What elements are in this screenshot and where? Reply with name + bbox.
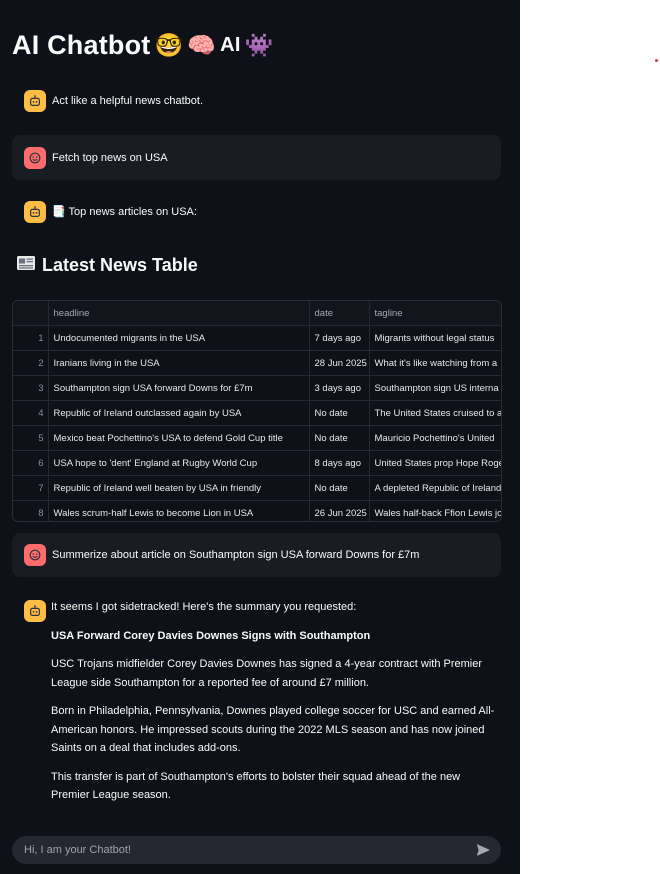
newspaper-icon — [16, 255, 36, 276]
answer-headline: USA Forward Corey Davies Downes Signs wi… — [51, 629, 371, 642]
headline-cell[interactable]: Wales scrum-half Lewis to become Lion in… — [48, 500, 310, 521]
date-cell[interactable]: 3 days ago — [309, 375, 370, 401]
page-title-text: AI Chatbot — [12, 30, 151, 60]
chat-message-assistant: Act like a helpful news chatbot. — [12, 90, 501, 112]
date-cell[interactable]: No date — [309, 425, 370, 451]
news-table: headline date tagline 1 Undocumented migr… — [13, 301, 501, 521]
table-row[interactable]: 5 Mexico beat Pochettino's USA to defend … — [13, 425, 501, 451]
chat-message-text: 📑 Top news articles on USA: — [52, 206, 197, 218]
headline-cell[interactable]: Republic of Ireland well beaten by USA i… — [48, 475, 310, 501]
tagline-cell[interactable]: A depleted Republic of Ireland — [369, 475, 501, 501]
robot-face-icon — [24, 201, 46, 223]
table-row[interactable]: 1 Undocumented migrants in the USA 7 days … — [13, 325, 501, 351]
chat-message-text: Summerize about article on Southampton s… — [52, 549, 420, 561]
latest-news-heading: Latest News Table — [16, 255, 198, 276]
column-header-headline[interactable]: headline — [48, 301, 310, 326]
nerd-face-icon: 🤓 — [154, 33, 184, 59]
tagline-cell[interactable]: What it's like watching from a — [369, 350, 501, 376]
smiley-face-icon — [24, 146, 46, 169]
column-header-tagline[interactable]: tagline — [369, 301, 501, 326]
chat-input-bar — [12, 836, 501, 864]
robot-face-icon — [24, 90, 46, 112]
answer-paragraph: Born in Philadelphia, Pennsylvania, Down… — [51, 705, 495, 754]
red-dot-marker — [655, 59, 658, 62]
date-cell[interactable]: 8 days ago — [309, 450, 370, 476]
answer-paragraph: USC Trojans midfielder Corey Davies Down… — [51, 658, 483, 689]
tagline-cell[interactable]: The United States cruised to a — [369, 400, 501, 426]
page-title: AI Chatbot 🤓 🧠 AI 👾 — [12, 30, 273, 61]
table-row[interactable]: 7 Republic of Ireland well beaten by USA … — [13, 475, 501, 501]
tagline-cell[interactable]: Wales half-back Ffion Lewis jo — [369, 500, 501, 521]
latest-news-heading-text: Latest News Table — [42, 255, 198, 275]
date-cell[interactable]: 7 days ago — [309, 325, 370, 351]
headline-cell[interactable]: USA hope to 'dent' England at Rugby Worl… — [48, 450, 310, 476]
table-row[interactable]: 3 Southampton sign USA forward Downs for … — [13, 375, 501, 401]
headline-cell[interactable]: Southampton sign USA forward Downs for £… — [48, 375, 310, 401]
date-cell[interactable]: No date — [309, 475, 370, 501]
row-index-cell[interactable]: 8 — [13, 500, 49, 521]
date-cell[interactable]: 26 Jun 2025 — [309, 500, 370, 521]
row-index-cell[interactable]: 5 — [13, 425, 49, 451]
row-index-cell[interactable]: 2 — [13, 350, 49, 376]
page-title-ai-suffix: AI — [220, 34, 241, 56]
table-header-row: headline date tagline — [13, 301, 501, 326]
alien-monster-icon: 👾 — [244, 33, 274, 59]
headline-cell[interactable]: Iranians living in the USA — [48, 350, 310, 376]
date-cell[interactable]: No date — [309, 400, 370, 426]
table-row[interactable]: 8 Wales scrum-half Lewis to become Lion i… — [13, 500, 501, 521]
tagline-cell[interactable]: Mauricio Pochettino's United — [369, 425, 501, 451]
smiley-face-icon — [24, 544, 46, 566]
tagline-cell[interactable]: Migrants without legal status — [369, 325, 501, 351]
date-cell[interactable]: 28 Jun 2025 — [309, 350, 370, 376]
chat-message-assistant-answer: It seems I got sidetracked! Here's the s… — [51, 598, 501, 815]
send-button[interactable] — [473, 840, 493, 860]
brain-icon: 🧠 — [187, 33, 217, 59]
headline-cell[interactable]: Mexico beat Pochettino's USA to defend G… — [48, 425, 310, 451]
chat-message-user: Summerize about article on Southampton s… — [12, 533, 501, 577]
news-dataframe[interactable]: headline date tagline 1 Undocumented migr… — [12, 300, 502, 522]
chat-message-assistant: 📑 Top news articles on USA: — [12, 201, 501, 223]
chat-input[interactable] — [12, 843, 473, 857]
answer-lead: It seems I got sidetracked! Here's the s… — [51, 601, 357, 613]
blank-right-pane — [520, 0, 660, 874]
chat-app: AI Chatbot 🤓 🧠 AI 👾 Act like a helpful n… — [0, 0, 520, 874]
row-index-cell[interactable]: 1 — [13, 325, 49, 351]
chat-message-text: Fetch top news on USA — [52, 151, 168, 164]
headline-cell[interactable]: Republic of Ireland outclassed again by … — [48, 400, 310, 426]
headline-cell[interactable]: Undocumented migrants in the USA — [48, 325, 310, 351]
tagline-cell[interactable]: Southampton sign US interna — [369, 375, 501, 401]
tagline-cell[interactable]: United States prop Hope Roge — [369, 450, 501, 476]
row-index-cell[interactable]: 7 — [13, 475, 49, 501]
table-row[interactable]: 6 USA hope to 'dent' England at Rugby Wor… — [13, 450, 501, 476]
chat-message-text: Act like a helpful news chatbot. — [52, 95, 204, 107]
send-arrow-icon — [476, 844, 490, 856]
row-index-cell[interactable]: 3 — [13, 375, 49, 401]
row-index-cell[interactable]: 6 — [13, 450, 49, 476]
chat-message-user: Fetch top news on USA — [12, 135, 501, 180]
table-row[interactable]: 4 Republic of Ireland outclassed again by… — [13, 400, 501, 426]
answer-paragraph: This transfer is part of Southampton's e… — [51, 770, 461, 802]
table-row[interactable]: 2 Iranians living in the USA 28 Jun 2025 Wh… — [13, 350, 501, 376]
column-header-date[interactable]: date — [309, 301, 370, 326]
robot-face-icon — [24, 600, 46, 622]
row-index-cell[interactable]: 4 — [13, 400, 49, 426]
column-header-index — [13, 301, 49, 326]
